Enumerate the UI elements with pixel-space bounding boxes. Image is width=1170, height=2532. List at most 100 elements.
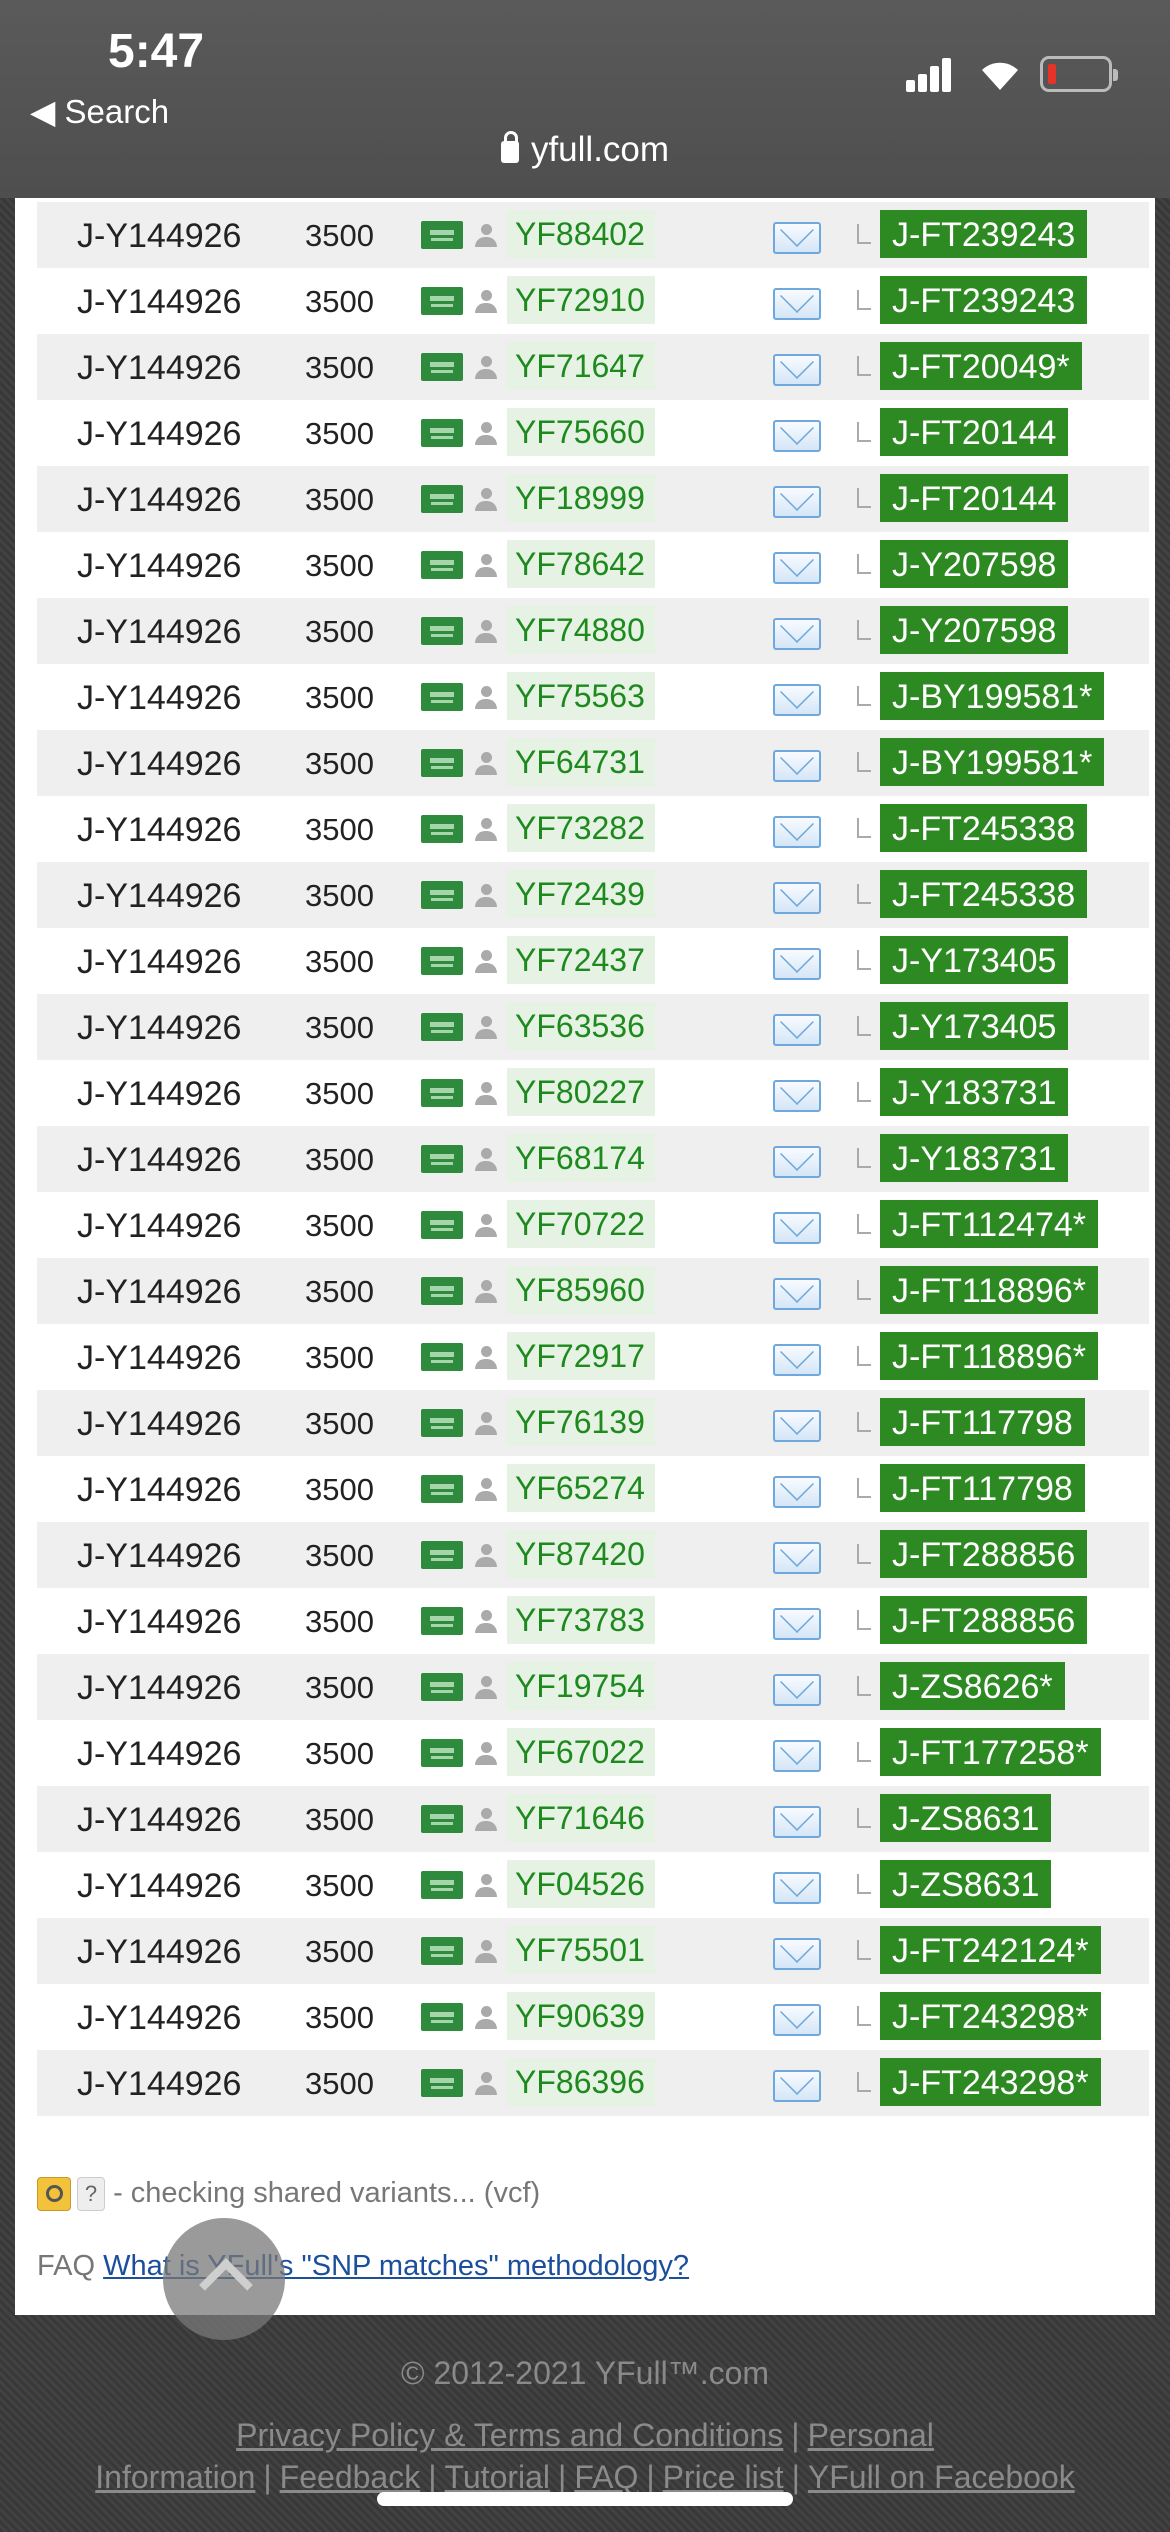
parent-subclade-link[interactable]: J-FT112474* [880, 1200, 1099, 1248]
mail-icon[interactable] [773, 1674, 821, 1706]
yfull-id-link[interactable]: YF76139 [507, 1398, 655, 1446]
yfull-id-link[interactable]: YF70722 [507, 1200, 655, 1248]
yfull-id-link[interactable]: YF68174 [507, 1134, 655, 1182]
mail-icon[interactable] [773, 1146, 821, 1178]
parent-subclade-link[interactable]: J-FT177258* [880, 1728, 1101, 1776]
mail-icon[interactable] [773, 486, 821, 518]
yfull-id-link[interactable]: YF80227 [507, 1068, 655, 1116]
yfull-id-link[interactable]: YF75660 [507, 408, 655, 456]
parent-subclade-link[interactable]: J-Y173405 [880, 1002, 1069, 1050]
parent-subclade-link[interactable]: J-FT242124* [880, 1926, 1101, 1974]
parent-subclade-link[interactable]: J-FT243298* [880, 1992, 1101, 2040]
parent-subclade-link[interactable]: J-Y183731 [880, 1134, 1069, 1182]
yfull-id-link[interactable]: YF88402 [507, 210, 655, 258]
yfull-id-link[interactable]: YF04526 [507, 1860, 655, 1908]
mail-icon[interactable] [773, 1476, 821, 1508]
search-icon[interactable] [37, 2177, 71, 2212]
mail-icon[interactable] [773, 750, 821, 782]
parent-subclade-link[interactable]: J-FT288856 [880, 1530, 1088, 1578]
yfull-id-link[interactable]: YF19754 [507, 1662, 655, 1710]
mail-icon[interactable] [773, 1608, 821, 1640]
parent-subclade-link[interactable]: J-Y207598 [880, 606, 1069, 654]
yfull-id-link[interactable]: YF73282 [507, 804, 655, 852]
parent-subclade-link[interactable]: J-FT118896* [880, 1266, 1099, 1314]
parent-subclade-link[interactable]: J-FT245338 [880, 804, 1088, 852]
yfull-id-link[interactable]: YF63536 [507, 1002, 655, 1050]
yfull-id-link[interactable]: YF64731 [507, 738, 655, 786]
parent-subclade-link[interactable]: J-FT20049* [880, 342, 1082, 390]
yfull-id-link[interactable]: YF73783 [507, 1596, 655, 1644]
yfull-id-link[interactable]: YF90639 [507, 1992, 655, 2040]
yfull-id-link[interactable]: YF72439 [507, 870, 655, 918]
parent-subclade-link[interactable]: J-FT117798 [880, 1464, 1085, 1512]
footer-link[interactable]: Price list [663, 2459, 784, 2495]
mail-icon[interactable] [773, 882, 821, 914]
yfull-id-link[interactable]: YF72917 [507, 1332, 655, 1380]
parent-subclade-link[interactable]: J-FT239243 [880, 210, 1088, 258]
mail-icon[interactable] [773, 1014, 821, 1046]
parent-subclade-link[interactable]: J-Y183731 [880, 1068, 1069, 1116]
parent-subclade-link[interactable]: J-FT118896* [880, 1332, 1099, 1380]
mail-icon[interactable] [773, 288, 821, 320]
parent-subclade-link[interactable]: J-FT20144 [880, 408, 1069, 456]
mail-icon[interactable] [773, 222, 821, 254]
mail-icon[interactable] [773, 1542, 821, 1574]
parent-subclade-link[interactable]: J-ZS8631 [880, 1860, 1052, 1908]
yfull-id-link[interactable]: YF75501 [507, 1926, 655, 1974]
parent-subclade-link[interactable]: J-FT243298* [880, 2058, 1101, 2106]
mail-icon[interactable] [773, 420, 821, 452]
mail-icon[interactable] [773, 354, 821, 386]
yfull-id-link[interactable]: YF67022 [507, 1728, 655, 1776]
mail-icon[interactable] [773, 2004, 821, 2036]
help-button[interactable]: ? [77, 2177, 105, 2212]
yfull-id-link[interactable]: YF71646 [507, 1794, 655, 1842]
yfull-id-link[interactable]: YF85960 [507, 1266, 655, 1314]
yfull-id-link[interactable]: YF72910 [507, 276, 655, 324]
back-to-search-button[interactable]: ◀ Search [30, 92, 169, 131]
parent-subclade-link[interactable]: J-FT288856 [880, 1596, 1088, 1644]
mail-icon[interactable] [773, 816, 821, 848]
yfull-id-link[interactable]: YF72437 [507, 936, 655, 984]
footer-link[interactable]: Tutorial [445, 2459, 551, 2495]
mail-icon[interactable] [773, 1740, 821, 1772]
yfull-id-link[interactable]: YF74880 [507, 606, 655, 654]
mail-icon[interactable] [773, 1278, 821, 1310]
parent-subclade-link[interactable]: J-Y207598 [880, 540, 1069, 588]
home-indicator[interactable] [377, 2492, 793, 2506]
mail-icon[interactable] [773, 1806, 821, 1838]
mail-icon[interactable] [773, 1080, 821, 1112]
yfull-id-link[interactable]: YF87420 [507, 1530, 655, 1578]
parent-subclade-link[interactable]: J-ZS8626* [880, 1662, 1065, 1710]
yfull-id-link[interactable]: YF71647 [507, 342, 655, 390]
parent-subclade-link[interactable]: J-ZS8631 [880, 1794, 1052, 1842]
yfull-id-link[interactable]: YF65274 [507, 1464, 655, 1512]
mail-icon[interactable] [773, 2070, 821, 2102]
mail-icon[interactable] [773, 684, 821, 716]
parent-subclade-link[interactable]: J-FT239243 [880, 276, 1088, 324]
yfull-id-link[interactable]: YF18999 [507, 474, 655, 522]
mail-icon[interactable] [773, 1938, 821, 1970]
mail-icon[interactable] [773, 1212, 821, 1244]
parent-subclade-link[interactable]: J-FT117798 [880, 1398, 1085, 1446]
mail-icon[interactable] [773, 1872, 821, 1904]
parent-subclade-link[interactable]: J-BY199581* [880, 738, 1105, 786]
parent-subclade-link[interactable]: J-BY199581* [880, 672, 1105, 720]
yfull-id-link[interactable]: YF75563 [507, 672, 655, 720]
mail-icon[interactable] [773, 1344, 821, 1376]
mail-icon[interactable] [773, 1410, 821, 1442]
tree-branch-icon [857, 1082, 871, 1102]
url-bar[interactable]: yfull.com [0, 130, 1170, 170]
parent-subclade-link[interactable]: J-FT245338 [880, 870, 1088, 918]
yfull-id-link[interactable]: YF78642 [507, 540, 655, 588]
mail-icon[interactable] [773, 948, 821, 980]
scroll-to-top-button[interactable] [163, 2218, 285, 2340]
mail-icon[interactable] [773, 552, 821, 584]
footer-link[interactable]: Privacy Policy & Terms and Conditions [236, 2417, 783, 2453]
mail-icon[interactable] [773, 618, 821, 650]
footer-link[interactable]: Feedback [280, 2459, 421, 2495]
footer-link[interactable]: YFull on Facebook [808, 2459, 1075, 2495]
parent-subclade-link[interactable]: J-FT20144 [880, 474, 1069, 522]
footer-link[interactable]: FAQ [574, 2459, 638, 2495]
parent-subclade-link[interactable]: J-Y173405 [880, 936, 1069, 984]
yfull-id-link[interactable]: YF86396 [507, 2058, 655, 2106]
